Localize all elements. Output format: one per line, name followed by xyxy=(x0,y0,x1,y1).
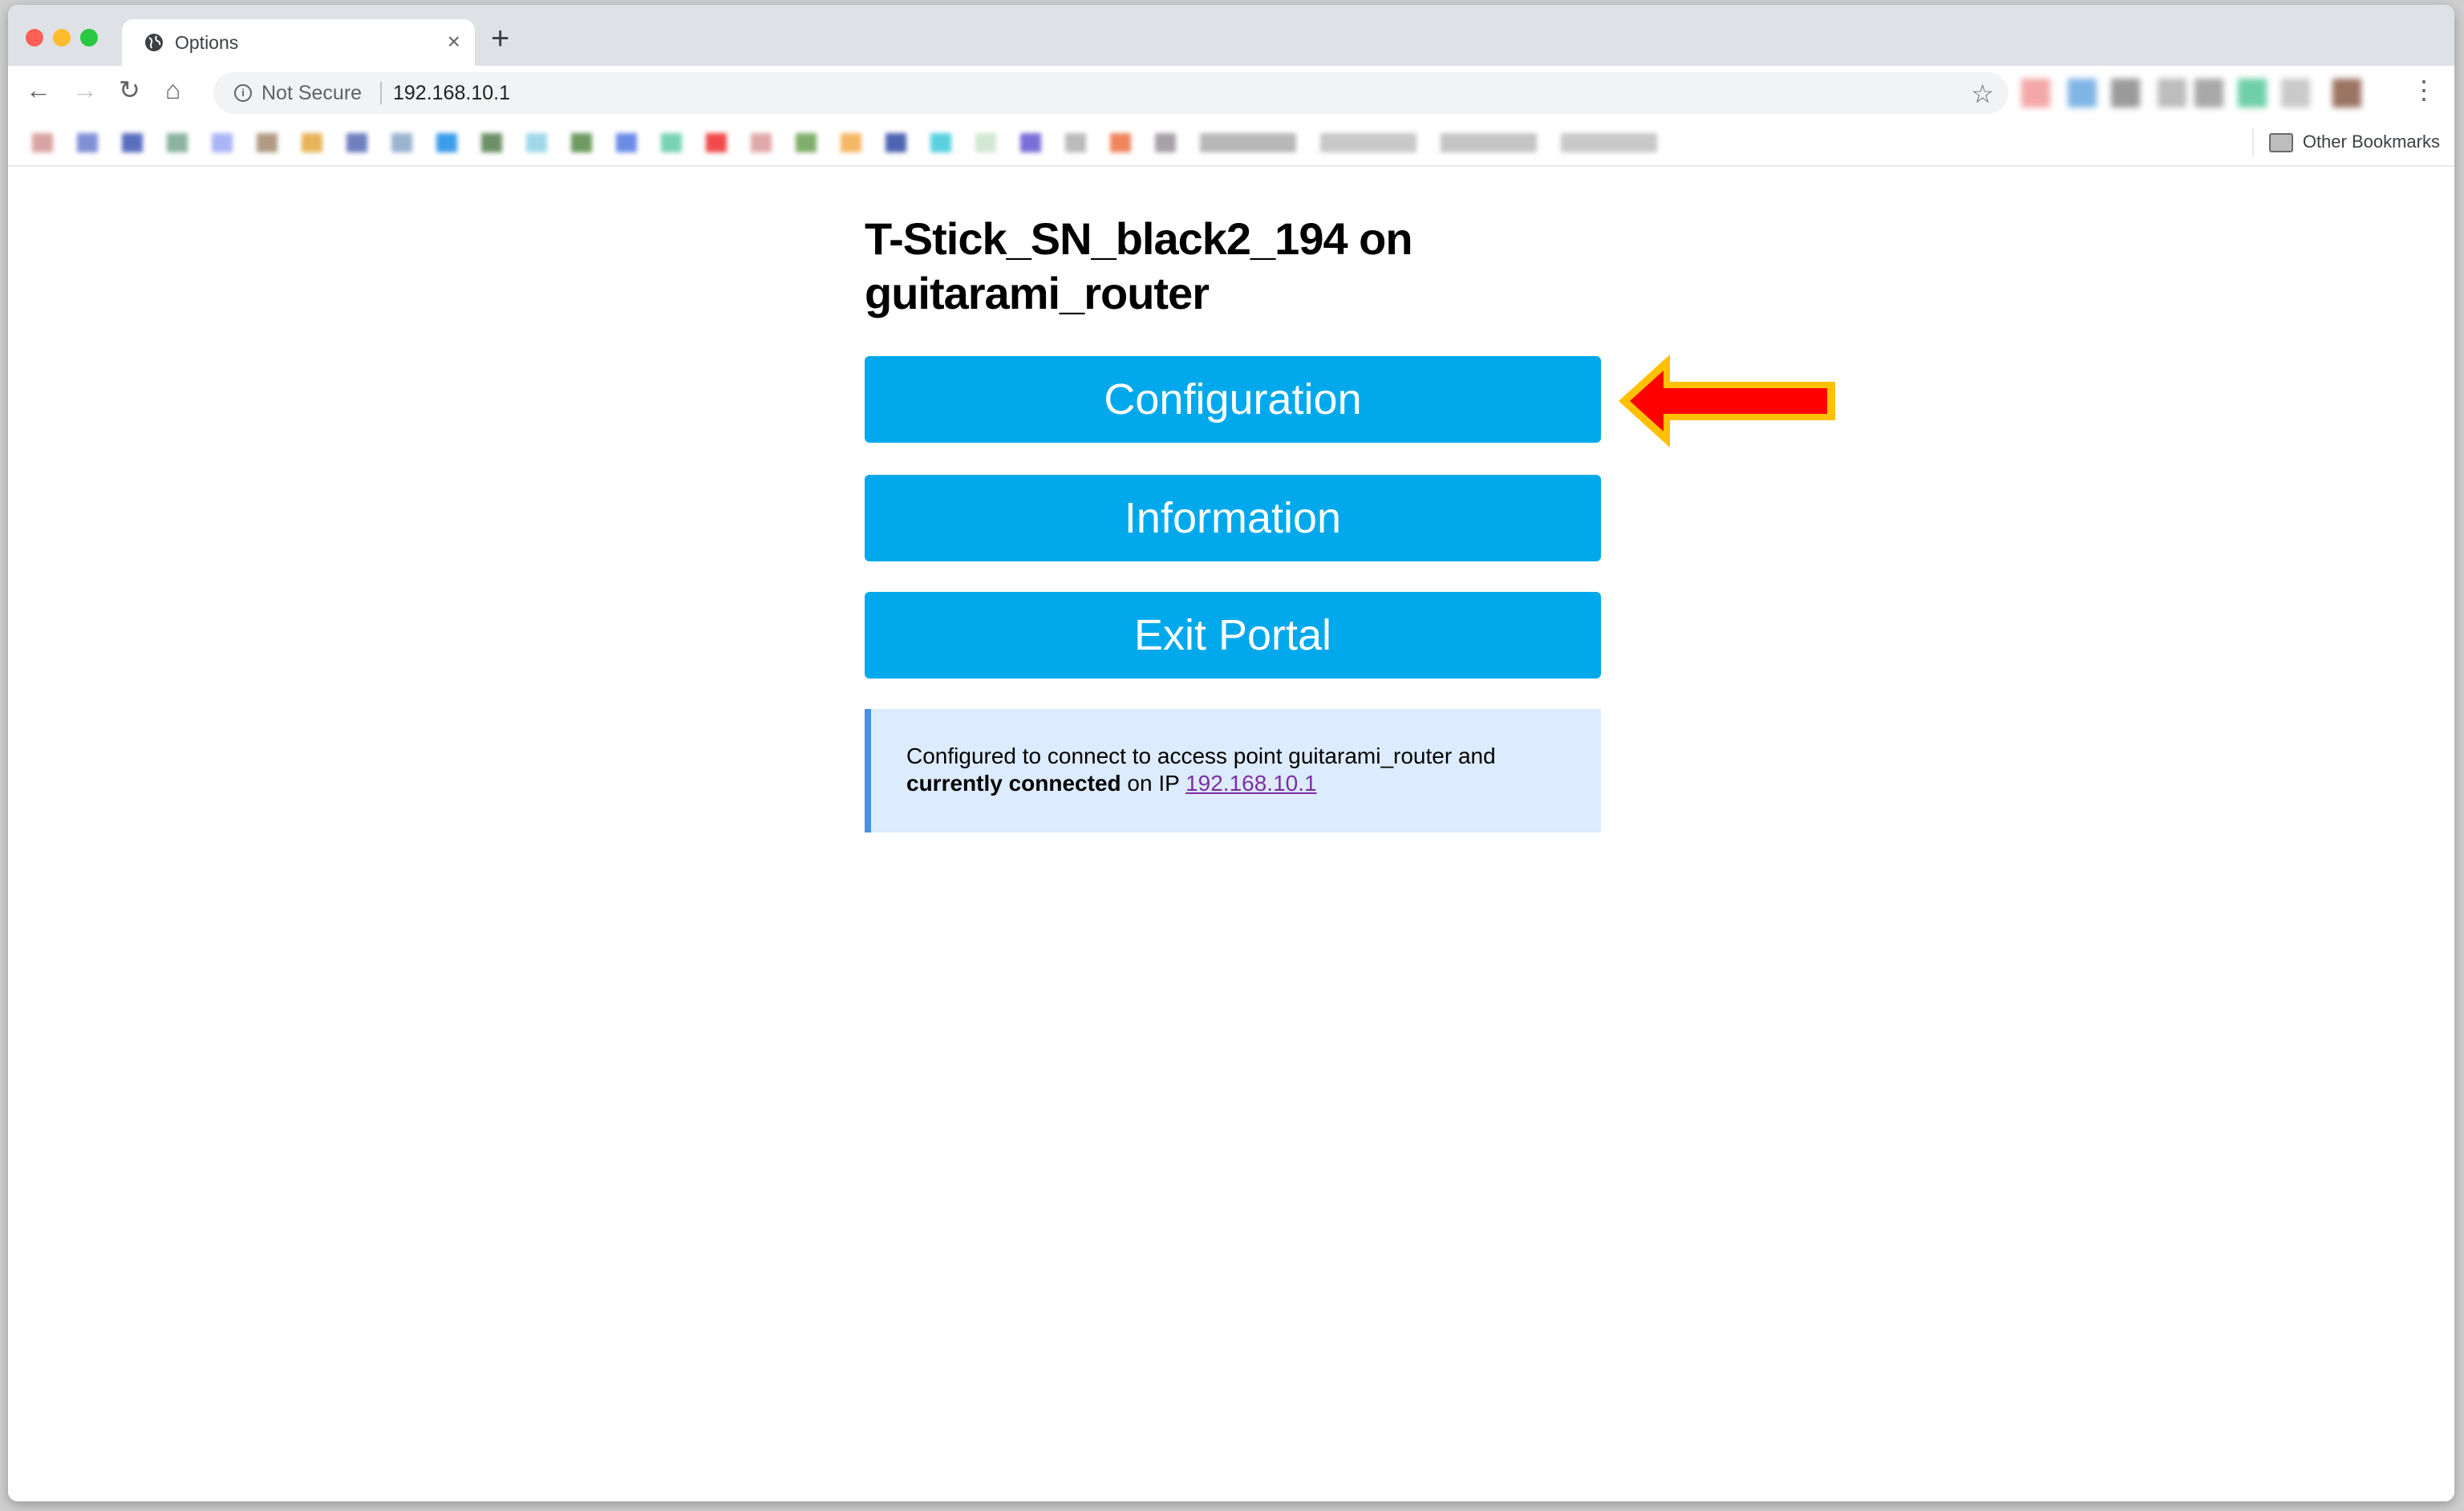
bookmark-star-icon[interactable]: ☆ xyxy=(1971,79,1994,109)
tab-title: Options xyxy=(175,32,239,53)
bookmark-item[interactable] xyxy=(481,133,502,152)
page-content: T-Stick_SN_black2_194 on guitarami_route… xyxy=(8,167,2454,1501)
folder-icon xyxy=(2268,133,2293,153)
bookmark-item[interactable] xyxy=(1561,133,1657,152)
bookmark-item[interactable] xyxy=(616,133,637,152)
extension-icon[interactable] xyxy=(2281,79,2310,107)
configuration-button[interactable]: Configuration xyxy=(865,356,1601,443)
bookmark-item[interactable] xyxy=(122,133,143,152)
extension-icon[interactable] xyxy=(2158,79,2186,107)
new-tab-button[interactable]: + xyxy=(491,22,509,55)
bookmarks-divider xyxy=(2252,128,2254,157)
bookmark-item[interactable] xyxy=(346,133,367,152)
close-tab-icon[interactable]: × xyxy=(448,29,460,55)
url-text[interactable]: 192.168.10.1 xyxy=(393,82,510,105)
security-label[interactable]: Not Secure xyxy=(261,82,362,105)
ip-link[interactable]: 192.168.10.1 xyxy=(1185,771,1317,796)
other-bookmarks-label: Other Bookmarks xyxy=(2302,132,2440,152)
arrow-fill xyxy=(1630,371,1827,431)
bookmark-item[interactable] xyxy=(302,133,322,152)
toolbar: ← → ↻ ⌂ i Not Secure 192.168.10.1 ☆ ⋮ xyxy=(8,66,2454,120)
address-bar[interactable]: i Not Secure 192.168.10.1 ☆ xyxy=(213,72,2008,114)
bookmark-item[interactable] xyxy=(796,133,817,152)
browser-window: Options × + ← → ↻ ⌂ i Not Secure 192.168… xyxy=(8,5,2454,1501)
extension-icon[interactable] xyxy=(2021,79,2050,107)
bookmark-item[interactable] xyxy=(975,133,996,152)
bookmark-item[interactable] xyxy=(77,133,98,152)
maximize-window-button[interactable] xyxy=(80,29,98,47)
extension-icon[interactable] xyxy=(2194,79,2223,107)
bookmark-item[interactable] xyxy=(212,133,233,152)
annotation-arrow-icon xyxy=(1619,354,1835,448)
page-title: T-Stick_SN_black2_194 on guitarami_route… xyxy=(865,213,1413,318)
bookmark-item[interactable] xyxy=(706,133,727,152)
extension-icon[interactable] xyxy=(2068,79,2097,107)
bookmark-item[interactable] xyxy=(167,133,188,152)
info-icon[interactable]: i xyxy=(234,84,252,102)
home-button[interactable]: ⌂ xyxy=(165,77,180,103)
status-connected: currently connected xyxy=(906,771,1121,796)
bookmark-item[interactable] xyxy=(526,133,547,152)
bookmark-item[interactable] xyxy=(1065,133,1086,152)
status-text: Configured to connect to access point gu… xyxy=(906,743,1577,797)
tab-strip: Options × + xyxy=(8,5,2454,66)
bookmark-item[interactable] xyxy=(1441,133,1537,152)
close-window-button[interactable] xyxy=(26,29,43,47)
bookmark-item[interactable] xyxy=(1020,133,1041,152)
bookmark-item[interactable] xyxy=(436,133,457,152)
reload-button[interactable]: ↻ xyxy=(119,77,140,103)
status-line: Configured to connect to access point gu… xyxy=(906,743,1496,768)
bookmarks-bar: Other Bookmarks xyxy=(8,120,2454,167)
exit-portal-button[interactable]: Exit Portal xyxy=(865,592,1601,679)
url-separator xyxy=(380,82,382,104)
bookmark-item[interactable] xyxy=(751,133,772,152)
extension-icon[interactable] xyxy=(2111,79,2140,107)
connection-status-message: Configured to connect to access point gu… xyxy=(865,709,1601,832)
bookmark-item[interactable] xyxy=(32,133,53,152)
status-ip-label: on IP xyxy=(1121,771,1186,796)
globe-icon xyxy=(145,34,163,51)
bookmark-item[interactable] xyxy=(1110,133,1131,152)
extension-icon[interactable] xyxy=(2332,79,2361,107)
other-bookmarks[interactable]: Other Bookmarks xyxy=(2268,132,2440,153)
bookmark-item[interactable] xyxy=(661,133,682,152)
bookmark-item[interactable] xyxy=(571,133,592,152)
bookmark-item[interactable] xyxy=(1200,133,1296,152)
forward-button[interactable]: → xyxy=(72,77,98,103)
back-button[interactable]: ← xyxy=(26,77,51,103)
tab-options[interactable]: Options × xyxy=(122,19,475,66)
bookmark-item[interactable] xyxy=(391,133,412,152)
bookmark-item[interactable] xyxy=(257,133,278,152)
bookmark-item[interactable] xyxy=(841,133,861,152)
bookmark-item[interactable] xyxy=(886,133,906,152)
minimize-window-button[interactable] xyxy=(53,29,71,47)
bookmark-item[interactable] xyxy=(1320,133,1416,152)
information-button[interactable]: Information xyxy=(865,475,1601,561)
extension-icon[interactable] xyxy=(2238,79,2267,107)
bookmark-item[interactable] xyxy=(1155,133,1176,152)
browser-menu-button[interactable]: ⋮ xyxy=(2411,77,2437,103)
bookmark-item[interactable] xyxy=(930,133,951,152)
